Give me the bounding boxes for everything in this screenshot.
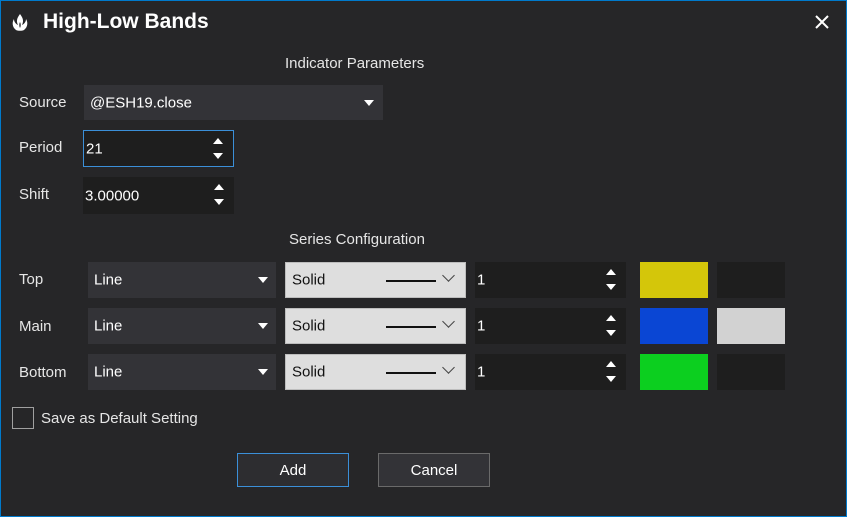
period-value: 21 (86, 140, 103, 157)
source-dropdown[interactable]: @ESH19.close (84, 85, 383, 120)
series-secondary-color-swatch[interactable] (717, 354, 785, 390)
chevron-down-icon (442, 315, 455, 328)
line-style-value: Solid (292, 271, 326, 289)
indicator-parameters-heading: Indicator Parameters (285, 55, 425, 72)
increment-arrow-icon[interactable] (213, 138, 223, 144)
period-label: Period (19, 139, 63, 156)
series-type-value: Line (94, 363, 123, 381)
series-configuration-heading: Series Configuration (289, 231, 425, 248)
source-value: @ESH19.close (90, 94, 192, 111)
chevron-down-icon (364, 100, 374, 106)
source-label: Source (19, 94, 67, 111)
chevron-down-icon (258, 369, 268, 375)
title-bar[interactable]: High-Low Bands (1, 1, 846, 45)
flame-logo-icon (9, 11, 31, 33)
high-low-bands-dialog: High-Low Bands Indicator Parameters Sour… (0, 0, 847, 517)
save-default-checkbox[interactable] (12, 407, 34, 429)
series-row-label: Main (19, 318, 52, 335)
chevron-down-icon (258, 277, 268, 283)
dialog-title: High-Low Bands (43, 10, 209, 33)
series-type-value: Line (94, 317, 123, 335)
series-color-swatch[interactable] (640, 308, 708, 344)
add-button[interactable]: Add (237, 453, 349, 487)
series-type-dropdown[interactable]: Line (88, 354, 276, 390)
chevron-down-icon (442, 361, 455, 374)
shift-stepper[interactable]: 3.00000 (83, 177, 234, 214)
line-width-stepper[interactable]: 1 (475, 262, 626, 298)
shift-value: 3.00000 (85, 187, 140, 204)
increment-arrow-icon[interactable] (606, 269, 616, 275)
chevron-down-icon (258, 323, 268, 329)
line-style-value: Solid (292, 363, 326, 381)
decrement-arrow-icon[interactable] (214, 199, 224, 205)
decrement-arrow-icon[interactable] (606, 376, 616, 382)
cancel-button[interactable]: Cancel (378, 453, 490, 487)
series-color-swatch[interactable] (640, 354, 708, 390)
line-style-dropdown[interactable]: Solid (285, 354, 466, 390)
save-default-label[interactable]: Save as Default Setting (41, 410, 198, 427)
series-type-dropdown[interactable]: Line (88, 262, 276, 298)
line-sample (386, 372, 436, 374)
series-color-swatch[interactable] (640, 262, 708, 298)
line-width-value: 1 (477, 363, 486, 381)
line-style-dropdown[interactable]: Solid (285, 308, 466, 344)
shift-label: Shift (19, 186, 50, 203)
series-type-dropdown[interactable]: Line (88, 308, 276, 344)
decrement-arrow-icon[interactable] (213, 153, 223, 159)
line-width-value: 1 (477, 317, 486, 335)
series-secondary-color-swatch[interactable] (717, 262, 785, 298)
decrement-arrow-icon[interactable] (606, 330, 616, 336)
line-width-value: 1 (477, 271, 486, 289)
increment-arrow-icon[interactable] (606, 361, 616, 367)
decrement-arrow-icon[interactable] (606, 284, 616, 290)
series-type-value: Line (94, 271, 123, 289)
line-sample (386, 326, 436, 328)
line-sample (386, 280, 436, 282)
chevron-down-icon (442, 269, 455, 282)
close-icon[interactable] (809, 9, 835, 35)
line-width-stepper[interactable]: 1 (475, 308, 626, 344)
series-row-label: Top (19, 271, 44, 288)
line-style-dropdown[interactable]: Solid (285, 262, 466, 298)
increment-arrow-icon[interactable] (214, 184, 224, 190)
series-secondary-color-swatch[interactable] (717, 308, 785, 344)
series-row-label: Bottom (19, 364, 67, 381)
increment-arrow-icon[interactable] (606, 315, 616, 321)
line-style-value: Solid (292, 317, 326, 335)
line-width-stepper[interactable]: 1 (475, 354, 626, 390)
period-stepper[interactable]: 21 (83, 130, 234, 167)
